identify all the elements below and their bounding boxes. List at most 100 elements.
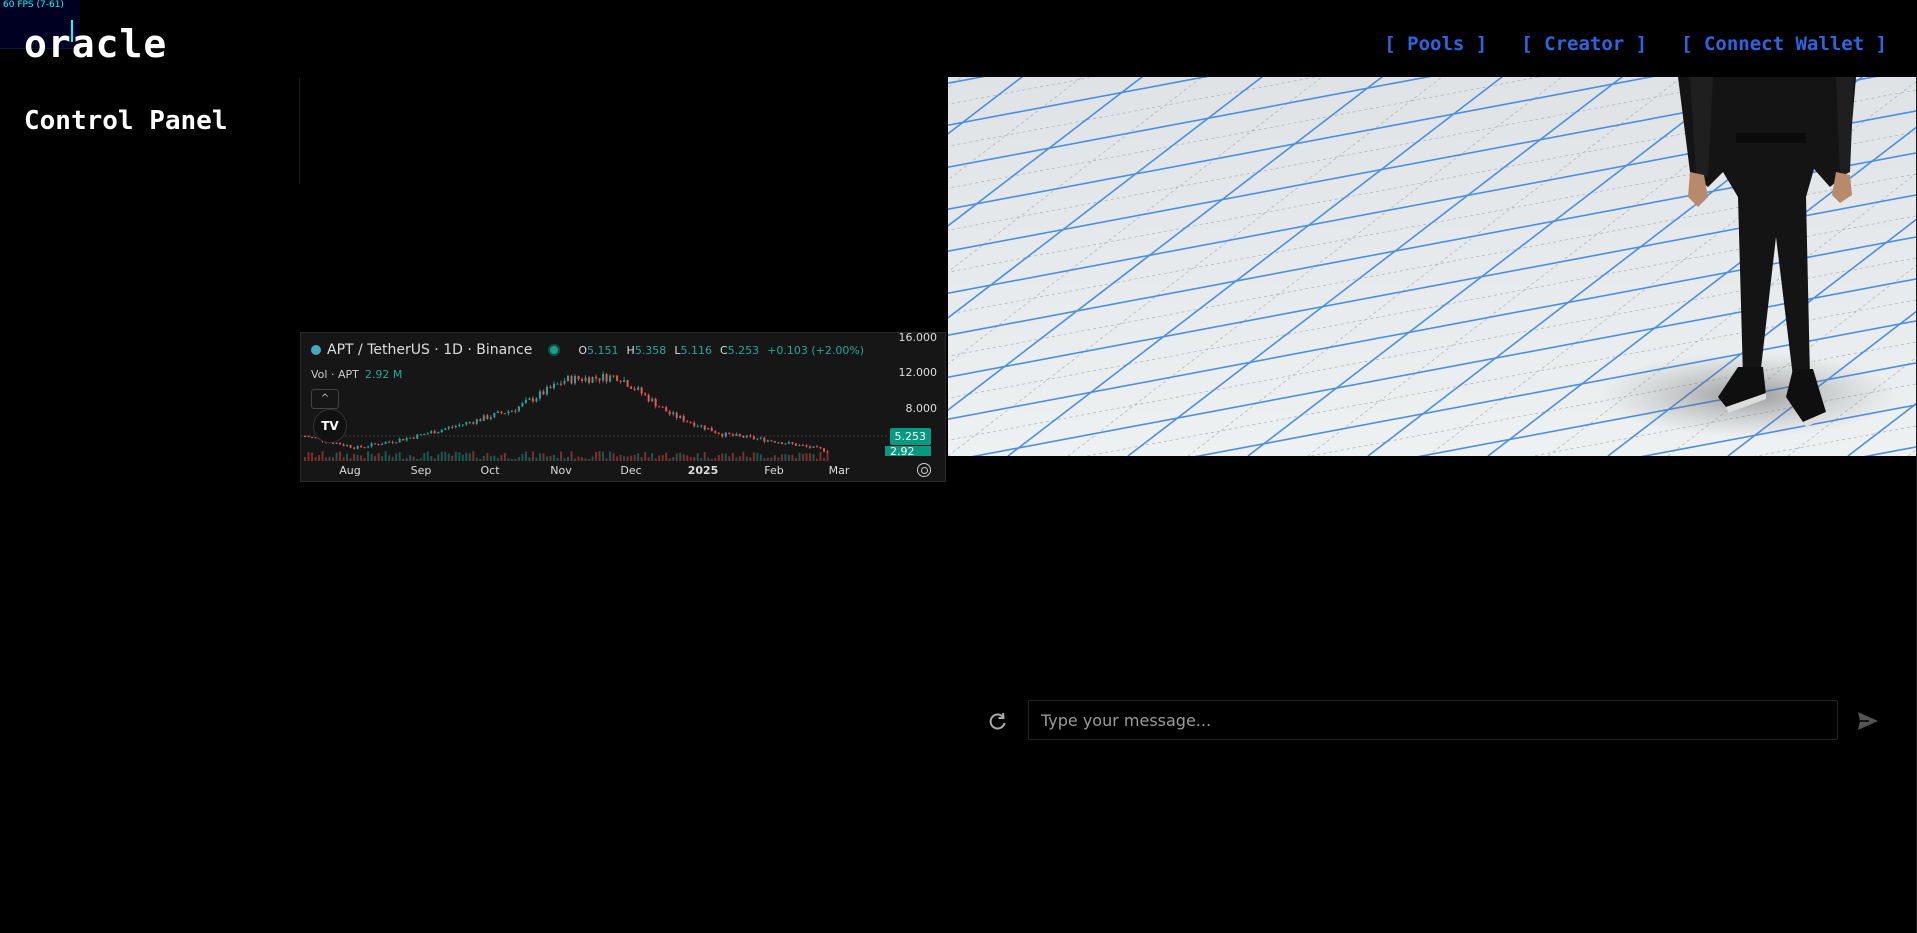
candle <box>819 446 822 449</box>
time-tick: Feb <box>764 464 784 477</box>
candle <box>412 437 415 439</box>
candle <box>377 444 380 446</box>
candle <box>545 386 548 395</box>
price-axis: 16.000 12.000 8.000 5.253 2.92 M <box>885 333 937 461</box>
price-tick: 12.000 <box>898 366 938 379</box>
chat-message-input[interactable] <box>1028 700 1838 740</box>
send-icon[interactable] <box>1857 710 1879 732</box>
volume-bar <box>503 453 506 461</box>
candle <box>826 451 829 453</box>
candle <box>426 433 429 435</box>
candle <box>675 412 678 418</box>
candle <box>598 378 601 381</box>
price-chart-widget[interactable]: APT / TetherUS · 1D · Binance O5.151 H5.… <box>300 332 946 482</box>
candle <box>668 411 671 415</box>
candle <box>749 435 752 437</box>
volume-bar <box>440 451 443 461</box>
3d-scene-viewport[interactable] <box>948 77 1917 456</box>
volume-bar <box>801 453 804 461</box>
candle <box>679 415 682 418</box>
candle <box>398 438 401 443</box>
nav-pools-link[interactable]: [ Pools ] <box>1384 33 1487 55</box>
candle <box>658 406 661 408</box>
candle <box>479 419 482 421</box>
candle <box>742 435 745 438</box>
candle <box>493 413 496 418</box>
candle <box>384 441 387 444</box>
candle <box>430 431 433 434</box>
volume-bar <box>644 452 647 461</box>
candle <box>759 437 762 439</box>
candle <box>514 410 517 412</box>
volume-bar <box>426 451 429 461</box>
candle <box>689 421 692 423</box>
candle <box>644 393 647 395</box>
candle <box>570 375 573 384</box>
volume-bar <box>311 452 314 461</box>
top-nav: [ Pools ] [ Creator ] [ Connect Wallet ] <box>1384 33 1887 55</box>
volume-bar <box>444 451 447 461</box>
tradingview-logo[interactable]: TV <box>313 409 347 443</box>
candle <box>531 398 534 402</box>
candle <box>626 380 629 387</box>
volume-bar <box>805 453 808 461</box>
candle <box>521 403 524 407</box>
candle <box>304 436 306 438</box>
volume-bar <box>370 453 373 461</box>
nav-creator-link[interactable]: [ Creator ] <box>1521 33 1647 55</box>
candle <box>591 376 594 383</box>
candle <box>559 383 562 385</box>
volume-bar <box>784 454 787 461</box>
volume-bar <box>472 451 475 461</box>
connect-wallet-button[interactable]: [ Connect Wallet ] <box>1681 33 1887 55</box>
time-tick: Nov <box>550 464 572 477</box>
candle <box>349 445 352 448</box>
app-logo[interactable]: oracle <box>24 22 167 66</box>
volume-bar <box>612 453 615 461</box>
candle <box>405 438 408 441</box>
candle <box>745 435 748 438</box>
candle <box>458 424 461 426</box>
candle <box>766 440 769 442</box>
volume-bar <box>465 452 468 461</box>
candle <box>588 377 591 383</box>
volume-bar <box>384 451 387 461</box>
candle <box>728 432 731 435</box>
volume-bar <box>651 453 654 461</box>
volume-bar <box>377 453 380 461</box>
candle <box>444 428 447 430</box>
candle <box>503 413 506 415</box>
candle <box>784 443 787 445</box>
candle <box>602 373 605 381</box>
ohlc-open: 5.151 <box>587 343 619 357</box>
candle <box>342 444 345 446</box>
volume-bar <box>395 453 398 461</box>
volume-bar <box>542 453 545 461</box>
chart-pair-title[interactable]: APT / TetherUS · 1D · Binance <box>327 342 532 358</box>
volume-bar <box>609 451 612 461</box>
candle <box>822 448 825 452</box>
candle <box>721 434 724 437</box>
candle <box>353 447 356 449</box>
candle <box>472 422 475 424</box>
candle <box>465 422 468 425</box>
candle <box>717 432 720 435</box>
candle <box>538 391 541 399</box>
chart-header: APT / TetherUS · 1D · Binance O5.151 H5.… <box>311 342 864 358</box>
volume-bar <box>826 452 829 461</box>
volume-bar <box>531 451 534 461</box>
chart-settings-icon[interactable] <box>917 463 931 477</box>
candle <box>710 427 713 432</box>
volume-bar <box>756 452 759 461</box>
volume-bar <box>437 454 440 461</box>
volume-bar <box>696 453 699 461</box>
volume-bar <box>682 454 685 461</box>
candle <box>574 376 577 384</box>
volume-bar <box>398 452 401 461</box>
time-tick: Aug <box>339 464 361 477</box>
market-status-icon[interactable] <box>548 344 561 356</box>
chevron-up-icon[interactable]: ^ <box>311 389 339 409</box>
refresh-icon[interactable] <box>988 711 1008 731</box>
ohlc-close: 5.253 <box>727 343 760 357</box>
symbol-icon <box>311 345 321 355</box>
